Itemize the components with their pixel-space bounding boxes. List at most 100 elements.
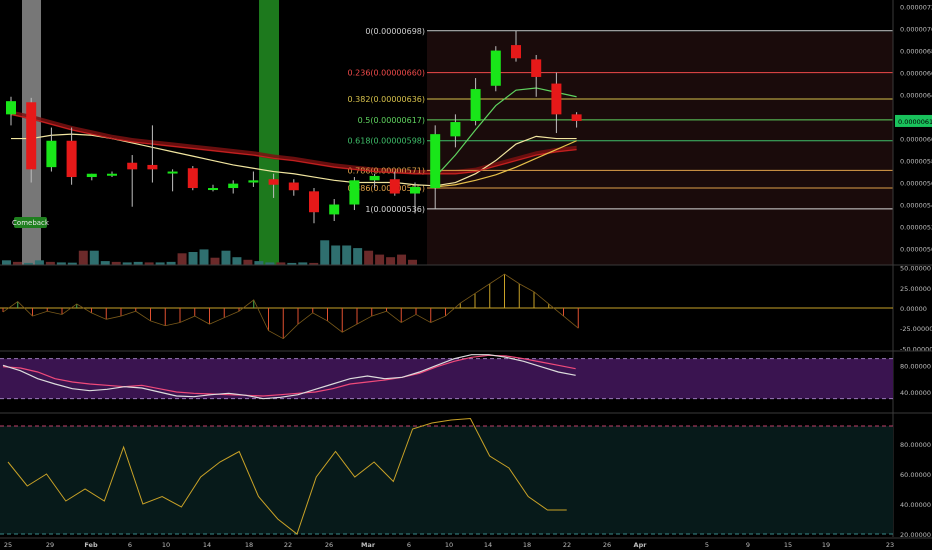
oscillator-axis-label: -25.00000 [900, 325, 932, 333]
volume-bar [78, 250, 88, 265]
x-axis-label: 22 [284, 541, 292, 549]
candle-body [490, 50, 501, 86]
x-axis-label: 15 [784, 541, 792, 549]
rsi-panel: 80.0000060.0000040.0000020.00000 [0, 417, 931, 539]
price-axis-label: 0.00000700 [900, 26, 932, 34]
stochastic-axis-label: 80.00000 [900, 362, 931, 370]
candle-body [46, 140, 57, 168]
price-axis-label: 0.00000500 [900, 246, 932, 254]
price-axis-label: 0.00000520 [900, 224, 932, 232]
highlight-bar-green [259, 0, 279, 265]
volume-bar [331, 245, 341, 265]
candle-body [187, 168, 198, 189]
x-axis-label: 26 [603, 541, 611, 549]
volume-bar [320, 240, 330, 265]
oscillator-axis-label: 50.00000 [900, 265, 931, 273]
volume-bar [210, 257, 220, 265]
candle-body [329, 204, 340, 215]
candle-body [127, 162, 138, 170]
fib-label: 0.382(0.00000636) [348, 95, 426, 104]
candle-body [369, 175, 380, 181]
x-axis-label: Apr [634, 541, 648, 549]
candle-body [470, 89, 481, 121]
candle-body [410, 186, 420, 194]
stochastic-panel: 80.00000 40.00000 [0, 354, 932, 414]
rsi-band [0, 426, 893, 534]
candle-body [309, 191, 319, 213]
candle-body [349, 180, 360, 205]
x-axis-label: 6 [407, 541, 411, 549]
fib-label: 1(0.00000536) [365, 205, 425, 214]
candle-body [248, 180, 259, 183]
price-axis-label: 0.00000560 [900, 180, 932, 188]
x-axis-label: 10 [445, 541, 453, 549]
volume-bar [188, 252, 198, 265]
price-axis-label: 0.00000600 [900, 136, 932, 144]
candle-body [288, 182, 299, 191]
x-axis-label: 18 [523, 541, 531, 549]
x-axis-label: 9 [746, 541, 750, 549]
volume-bar [232, 257, 242, 265]
candle-body [167, 171, 178, 174]
volume-bar [254, 261, 264, 265]
candle-body [6, 101, 16, 115]
candle-body [107, 173, 117, 176]
oscillator-line [2, 273, 579, 340]
rsi-axis-label: 80.00000 [900, 441, 931, 449]
candle-body [268, 179, 279, 185]
volume-bar [353, 248, 363, 265]
candle-body [66, 140, 77, 178]
volume-bar [177, 253, 187, 265]
x-axis-label: 18 [245, 541, 253, 549]
candle-body [571, 114, 582, 121]
price-axis-label: 0.00000680 [900, 48, 932, 56]
price-axis-label: 0.00000580 [900, 158, 932, 166]
fib-label: 0.618(0.00000598) [348, 137, 426, 146]
price-axis-label: 0.00000660 [900, 70, 932, 78]
price-axis-label: 0.00000720 [900, 4, 932, 12]
x-axis-label: 14 [484, 541, 492, 549]
x-axis-label: 6 [128, 541, 132, 549]
price-axis-label: 0.00000540 [900, 202, 932, 210]
volume-bar [100, 261, 110, 265]
volume-bar [2, 260, 11, 265]
x-axis-label: 26 [325, 541, 333, 549]
volume-bar [89, 250, 99, 265]
x-axis-label: 23 [886, 541, 894, 549]
x-axis-label: 29 [46, 541, 54, 549]
oscillator-axis-label: 0.00000 [900, 305, 927, 313]
fib-label: 0.5(0.00000617) [358, 116, 425, 125]
volume-bar [199, 249, 209, 265]
volume-bar [375, 254, 385, 265]
x-axis-label: Feb [84, 541, 98, 549]
candle-body [430, 134, 441, 189]
volume-bar [364, 250, 374, 265]
candle-body [208, 188, 218, 191]
x-axis-label: 25 [4, 541, 12, 549]
volume-bar [342, 245, 352, 265]
x-axis-label: 14 [203, 541, 211, 549]
chart-canvas[interactable]: 0(0.00000698) 0.236(0.00000660) 0.382(0.00… [0, 0, 932, 550]
candle-body [551, 83, 562, 115]
rsi-axis-label: 60.00000 [900, 471, 931, 479]
volume-bar [386, 257, 396, 265]
volume-bar [243, 259, 253, 265]
x-axis-label: 19 [822, 541, 830, 549]
candle-body [228, 183, 239, 189]
stochastic-band [0, 358, 893, 399]
volume-bar [397, 254, 407, 265]
x-axis-label: 10 [162, 541, 170, 549]
candle-body [389, 179, 400, 194]
volume-bar [408, 259, 417, 265]
volume-bar [34, 260, 44, 265]
candle-body [511, 45, 521, 59]
candle-body [450, 122, 461, 137]
rsi-axis-label: 40.00000 [900, 501, 931, 509]
candle-body [147, 164, 158, 170]
oscillator-axis-label: 25.00000 [900, 285, 931, 293]
volume-bar [221, 250, 231, 265]
fib-label: 0(0.00000698) [365, 27, 425, 36]
x-axis-label: 22 [563, 541, 571, 549]
x-axis-label: Mar [361, 541, 376, 549]
oscillator-panel: 50.00000 25.00000 0.00000 -25.00000 -50.0000… [0, 265, 932, 353]
